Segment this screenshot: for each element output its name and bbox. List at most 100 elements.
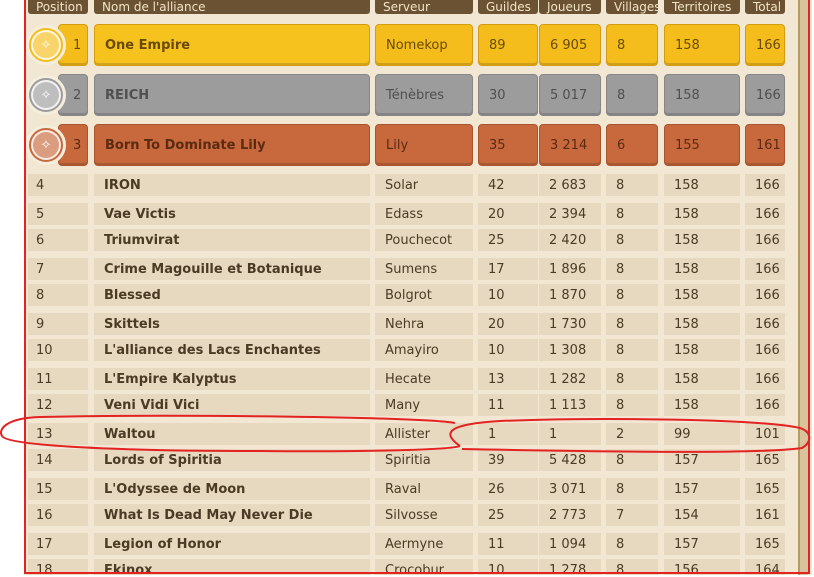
server-cell: Crocobur [375,559,473,575]
territories-cell: 158 [664,313,740,335]
territories-cell: 158 [664,174,740,196]
position-cell: 9 [28,313,88,335]
position-cell: 17 [28,533,88,555]
server-cell: Amayiro [375,339,473,361]
medal-face: ✧ [31,30,61,60]
guilds-cell: 20 [478,313,538,335]
guilds-cell: 10 [478,559,538,575]
server-cell: Hecate [375,368,473,390]
territories-cell: 158 [664,258,740,280]
territories-cell: 158 [664,284,740,306]
territories-cell: 157 [664,449,740,471]
total-cell: 165 [745,449,785,471]
alliance-name-cell[interactable]: Blessed [94,284,370,306]
position-cell: 6 [28,229,88,251]
villages-cell: 8 [606,258,658,280]
villages-cell: 8 [606,368,658,390]
alliance-name-cell[interactable]: What Is Dead May Never Die [94,504,370,526]
guilds-cell: 89 [478,24,538,66]
column-header-players[interactable]: Joueurs [539,0,601,14]
villages-cell: 8 [606,339,658,361]
column-header-total[interactable]: Total [745,0,785,14]
alliance-name-cell[interactable]: L'alliance des Lacs Enchantes [94,339,370,361]
position-cell: 8 [28,284,88,306]
column-header-position[interactable]: Position [28,0,88,14]
players-cell: 1 896 [539,258,601,280]
alliance-name-cell[interactable]: Lords of Spiritia [94,449,370,471]
alliance-name-cell[interactable]: L'Empire Kalyptus [94,368,370,390]
guilds-cell: 10 [478,339,538,361]
total-cell: 161 [745,124,785,166]
position-cell: 12 [28,394,88,416]
total-cell: 166 [745,203,785,225]
position-cell: 14 [28,449,88,471]
position-cell: 18 [28,559,88,575]
alliance-name-cell[interactable]: Skittels [94,313,370,335]
column-header-territories[interactable]: Territoires [664,0,740,14]
position-cell: 11 [28,368,88,390]
players-cell: 1 308 [539,339,601,361]
total-cell: 166 [745,174,785,196]
total-cell: 166 [745,339,785,361]
total-cell: 161 [745,504,785,526]
guilds-cell: 42 [478,174,538,196]
position-cell: 10 [28,339,88,361]
alliance-name-cell[interactable]: REICH [94,74,370,116]
column-header-alliance-name[interactable]: Nom de l'alliance [94,0,370,14]
villages-cell: 8 [606,313,658,335]
territories-cell: 158 [664,394,740,416]
alliance-name-cell[interactable]: Triumvirat [94,229,370,251]
server-cell: Raval [375,478,473,500]
villages-cell: 8 [606,24,658,66]
territories-cell: 156 [664,559,740,575]
territories-cell: 158 [664,229,740,251]
column-header-server[interactable]: Serveur [375,0,473,14]
medal-face: ✧ [31,130,61,160]
total-cell: 166 [745,74,785,116]
alliance-name-cell[interactable]: Veni Vidi Vici [94,394,370,416]
players-cell: 1 278 [539,559,601,575]
players-cell: 1 [539,423,601,445]
players-cell: 2 420 [539,229,601,251]
players-cell: 1 113 [539,394,601,416]
position-cell: 15 [28,478,88,500]
guilds-cell: 1 [478,423,538,445]
server-cell: Allister [375,423,473,445]
players-cell: 1 870 [539,284,601,306]
players-cell: 1 282 [539,368,601,390]
column-header-villages[interactable]: Villages [606,0,658,14]
total-cell: 166 [745,368,785,390]
alliance-name-cell[interactable]: Ekinox [94,559,370,575]
total-cell: 166 [745,313,785,335]
players-cell: 5 428 [539,449,601,471]
guilds-cell: 25 [478,229,538,251]
players-cell: 5 017 [539,74,601,116]
position-cell: 16 [28,504,88,526]
alliance-name-cell[interactable]: Waltou [94,423,370,445]
total-cell: 165 [745,478,785,500]
server-cell: Nomekop [375,24,473,66]
territories-cell: 158 [664,339,740,361]
gold-medal-icon: ✧ [26,25,66,65]
total-cell: 166 [745,24,785,66]
players-cell: 3 214 [539,124,601,166]
column-header-guilds[interactable]: Guildes [478,0,538,14]
alliance-name-cell[interactable]: One Empire [94,24,370,66]
territories-cell: 99 [664,423,740,445]
villages-cell: 8 [606,74,658,116]
villages-cell: 8 [606,559,658,575]
server-cell: Lily [375,124,473,166]
server-cell: Bolgrot [375,284,473,306]
territories-cell: 157 [664,478,740,500]
alliance-name-cell[interactable]: L'Odyssee de Moon [94,478,370,500]
alliance-name-cell[interactable]: Born To Dominate Lily [94,124,370,166]
alliance-name-cell[interactable]: Crime Magouille et Botanique [94,258,370,280]
silver-medal-icon: ✧ [26,75,66,115]
alliance-name-cell[interactable]: Legion of Honor [94,533,370,555]
scrollbar[interactable] [798,0,808,575]
villages-cell: 2 [606,423,658,445]
alliance-name-cell[interactable]: IRON [94,174,370,196]
villages-cell: 8 [606,478,658,500]
territories-cell: 158 [664,203,740,225]
alliance-name-cell[interactable]: Vae Victis [94,203,370,225]
